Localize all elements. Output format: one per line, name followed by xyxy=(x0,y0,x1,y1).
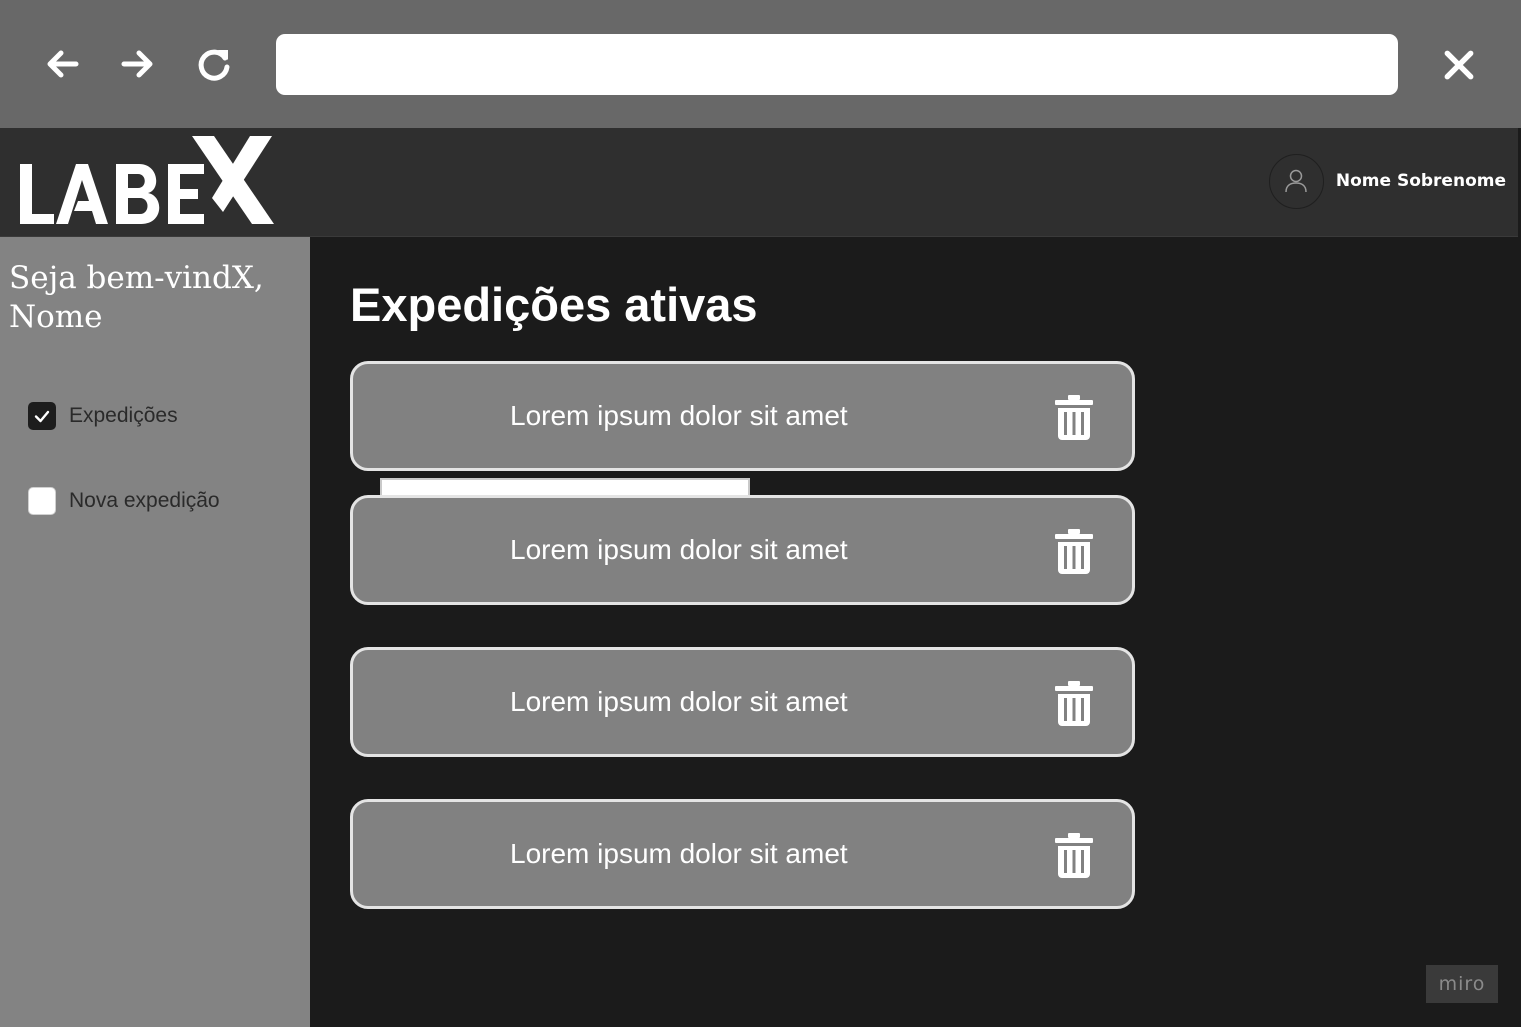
close-window-button[interactable] xyxy=(1436,42,1482,88)
close-icon xyxy=(1444,50,1474,80)
expedition-card-label: Lorem ipsum dolor sit amet xyxy=(510,838,848,869)
expedition-card[interactable]: Lorem ipsum dolor sit amet xyxy=(350,495,1135,605)
welcome-line-2: Nome xyxy=(9,299,103,335)
user-icon xyxy=(1285,169,1308,193)
address-bar-input[interactable] xyxy=(276,34,1398,95)
arrow-right-icon xyxy=(121,50,153,78)
trash-icon[interactable] xyxy=(1054,832,1094,878)
reload-icon xyxy=(198,49,230,81)
checkmark-icon xyxy=(34,410,50,423)
expedicoes-checkbox[interactable] xyxy=(28,402,56,430)
welcome-line-1: Seja bem-vindX, xyxy=(9,260,264,296)
expedition-card[interactable]: Lorem ipsum dolor sit amet xyxy=(350,647,1135,757)
trash-icon[interactable] xyxy=(1054,528,1094,574)
user-menu[interactable]: Nome Sobrenome xyxy=(1268,153,1506,209)
expedition-card-label: Lorem ipsum dolor sit amet xyxy=(510,400,848,431)
trash-icon[interactable] xyxy=(1054,394,1094,440)
sidebar-item-nova-expedicao[interactable]: Nova expedição xyxy=(28,487,220,515)
forward-button[interactable] xyxy=(114,40,162,88)
nova-expedicao-checkbox[interactable] xyxy=(28,487,56,515)
welcome-message: Seja bem-vindX, Nome xyxy=(9,259,299,337)
sidebar-item-expedicoes[interactable]: Expedições xyxy=(28,402,178,430)
sidebar: Seja bem-vindX, Nome Expedições Nova exp… xyxy=(0,237,310,1027)
expedition-card[interactable]: Lorem ipsum dolor sit amet xyxy=(350,361,1135,471)
page-title: Expedições ativas xyxy=(350,278,758,331)
user-name: Nome Sobrenome xyxy=(1335,171,1506,191)
expedition-card[interactable]: Lorem ipsum dolor sit amet xyxy=(350,799,1135,909)
avatar[interactable] xyxy=(1268,153,1324,209)
sidebar-item-label: Expedições xyxy=(69,404,178,427)
sidebar-item-label: Nova expedição xyxy=(69,489,220,512)
expedition-card-label: Lorem ipsum dolor sit amet xyxy=(510,534,848,565)
main-content: Expedições ativas Lorem ipsum dolor sit … xyxy=(310,237,1518,1027)
browser-toolbar xyxy=(0,0,1521,128)
miro-watermark: miro xyxy=(1426,965,1498,1003)
labex-logo[interactable] xyxy=(18,134,278,230)
app-header: Nome Sobrenome xyxy=(0,128,1518,237)
trash-icon[interactable] xyxy=(1054,680,1094,726)
reload-button[interactable] xyxy=(190,40,238,88)
arrow-left-icon xyxy=(47,50,79,78)
back-button[interactable] xyxy=(38,40,86,88)
expedition-card-label: Lorem ipsum dolor sit amet xyxy=(510,686,848,717)
